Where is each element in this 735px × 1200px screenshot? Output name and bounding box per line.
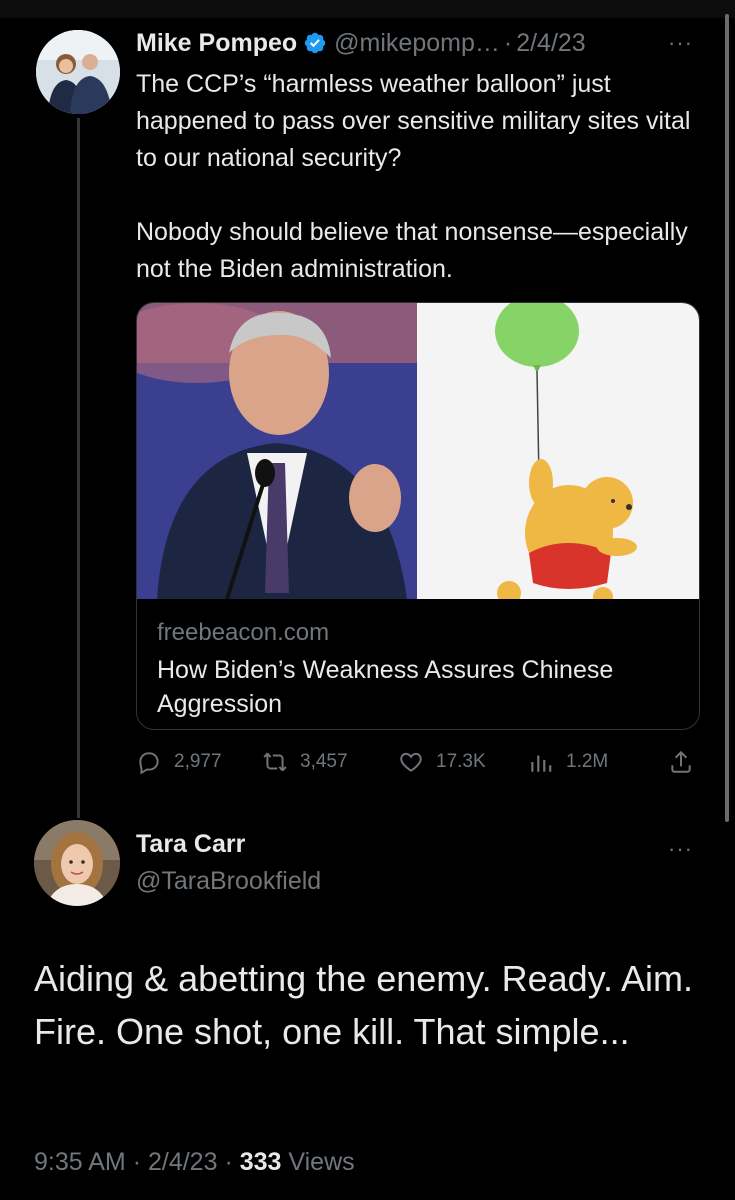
- tweet-header: Mike Pompeo @mikepomp… · 2/4/23: [136, 26, 696, 60]
- like-button[interactable]: 17.3K: [398, 744, 486, 780]
- separator-dot: ·: [224, 1148, 233, 1176]
- tweet-text: The CCP’s “harmless weather balloon” jus…: [136, 70, 691, 283]
- reply-count: 2,977: [174, 751, 222, 772]
- separator-dot: ·: [132, 1148, 142, 1176]
- retweet-button[interactable]: 3,457: [262, 744, 348, 780]
- author-handle[interactable]: @mikepomp…: [334, 29, 500, 58]
- tweet-actions: 2,977 3,457 17.3K 1.2M: [136, 744, 700, 780]
- tweet-date[interactable]: 2/4/23: [516, 29, 586, 58]
- retweet-icon: [263, 752, 287, 772]
- share-button[interactable]: [668, 744, 706, 780]
- analytics-icon: [531, 755, 552, 772]
- status-bar: [0, 0, 735, 18]
- separator-dot: ·: [503, 28, 513, 57]
- tweet-metadata: 9:35 AM · 2/4/23 · 333 Views: [34, 1148, 355, 1177]
- views-count: 1.2M: [566, 751, 609, 772]
- more-options-icon[interactable]: ···: [668, 30, 693, 56]
- tweet-text: Aiding & abetting the enemy. Ready. Aim.…: [34, 958, 694, 1052]
- avatar[interactable]: [34, 820, 120, 906]
- avatar[interactable]: [36, 30, 120, 114]
- author-handle[interactable]: @TaraBrookfield: [136, 867, 321, 896]
- card-title: How Biden’s Weakness Assures Chinese Agg…: [157, 656, 614, 718]
- more-options-icon[interactable]: ···: [668, 836, 693, 862]
- link-card[interactable]: freebeacon.com How Biden’s Weakness Assu…: [136, 302, 700, 730]
- card-thumbnail-image: [137, 303, 699, 599]
- like-count: 17.3K: [436, 751, 486, 772]
- share-icon: [671, 750, 691, 773]
- tweet-time[interactable]: 9:35 AM: [34, 1148, 126, 1176]
- author-name[interactable]: Tara Carr: [136, 830, 245, 859]
- scrollbar[interactable]: [725, 14, 729, 822]
- heart-icon: [400, 752, 422, 772]
- tweet-date[interactable]: 2/4/23: [148, 1148, 218, 1176]
- retweet-count: 3,457: [300, 751, 348, 772]
- views-count: 333: [239, 1148, 282, 1176]
- verified-badge-icon: [304, 32, 326, 54]
- views-button[interactable]: 1.2M: [528, 744, 608, 780]
- views-label: Views: [288, 1148, 355, 1176]
- reply-button[interactable]: 2,977: [136, 744, 222, 780]
- reply-icon: [139, 752, 159, 775]
- card-domain: freebeacon.com: [157, 619, 330, 646]
- thread-connector: [77, 118, 80, 818]
- author-name[interactable]: Mike Pompeo: [136, 29, 297, 58]
